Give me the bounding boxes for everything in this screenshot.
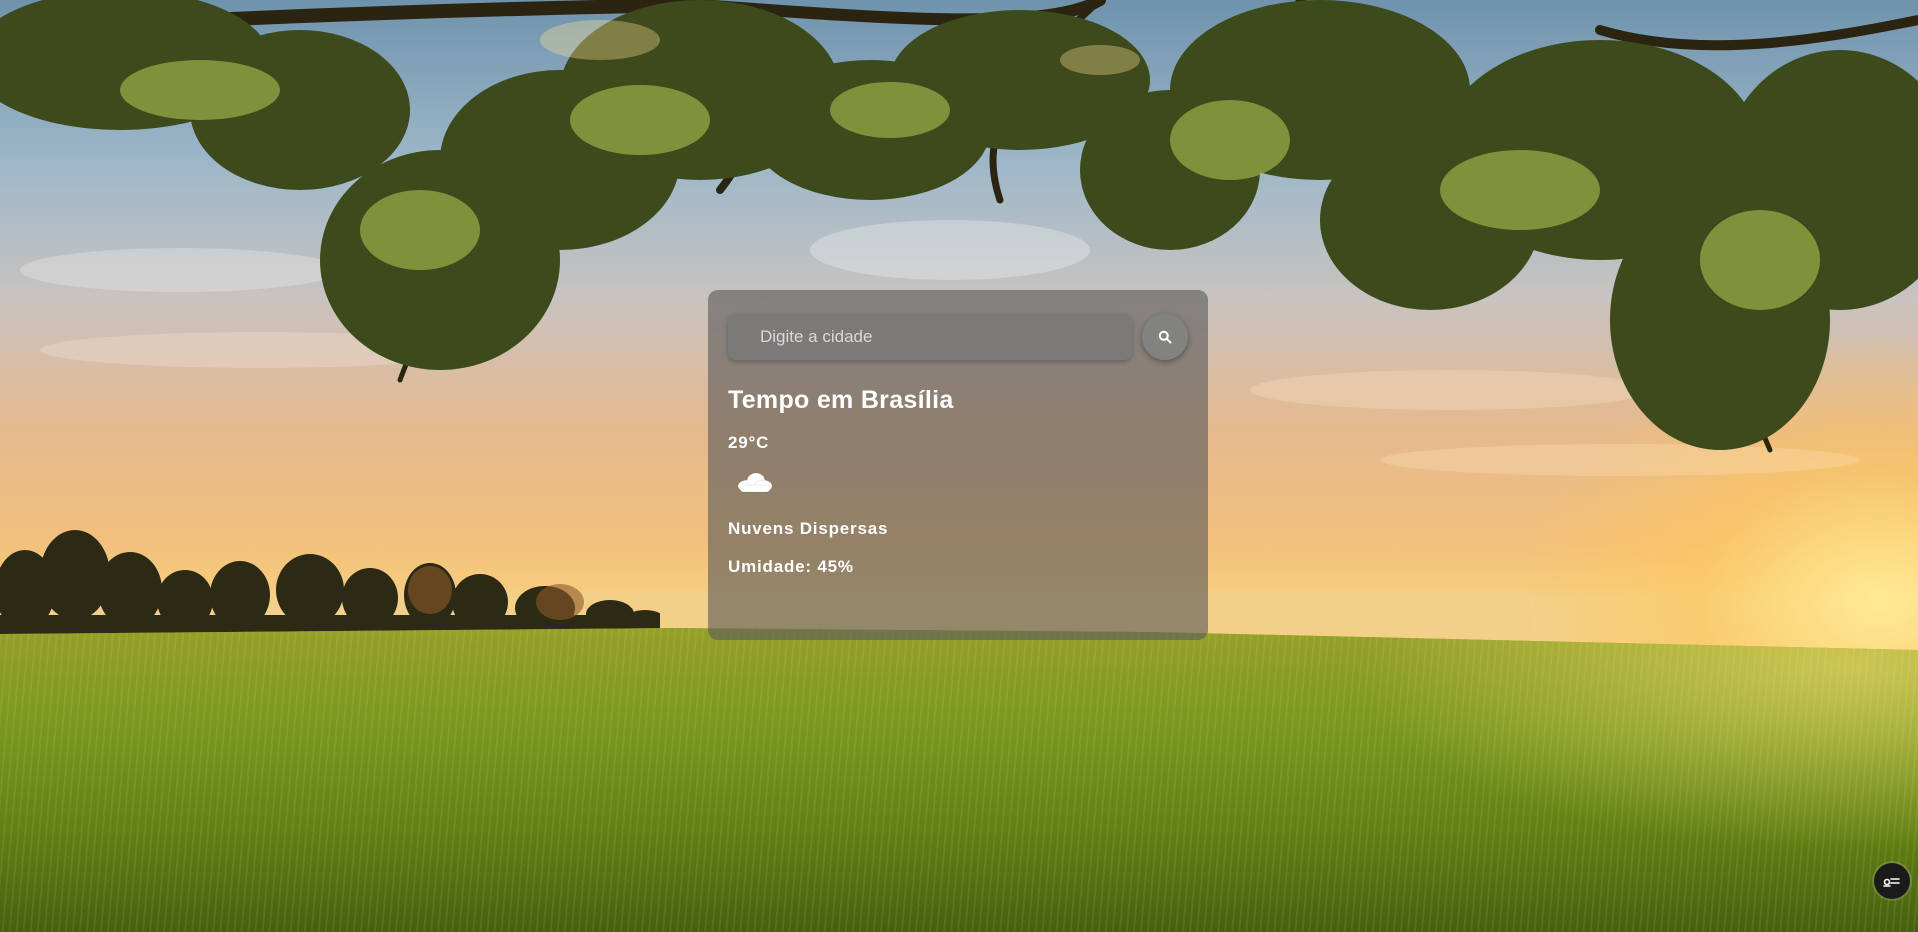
search-icon [1158, 330, 1172, 344]
settings-toggle-icon [1883, 874, 1901, 888]
cloud-icon [734, 467, 774, 497]
search-bar [728, 314, 1188, 360]
humidity-value: Umidade: 45% [728, 557, 854, 576]
grass-field [0, 628, 1918, 932]
temperature-value: 29°C [728, 433, 770, 452]
floating-action-button[interactable] [1874, 863, 1910, 899]
treeline [0, 530, 660, 645]
city-title: Tempo em Brasília [728, 386, 954, 414]
search-button[interactable] [1142, 314, 1188, 360]
weather-description: Nuvens Dispersas [728, 519, 889, 538]
city-search-input[interactable] [728, 314, 1132, 360]
weather-card: Tempo em Brasília 29°C Nuvens Dispersas … [708, 290, 1208, 640]
